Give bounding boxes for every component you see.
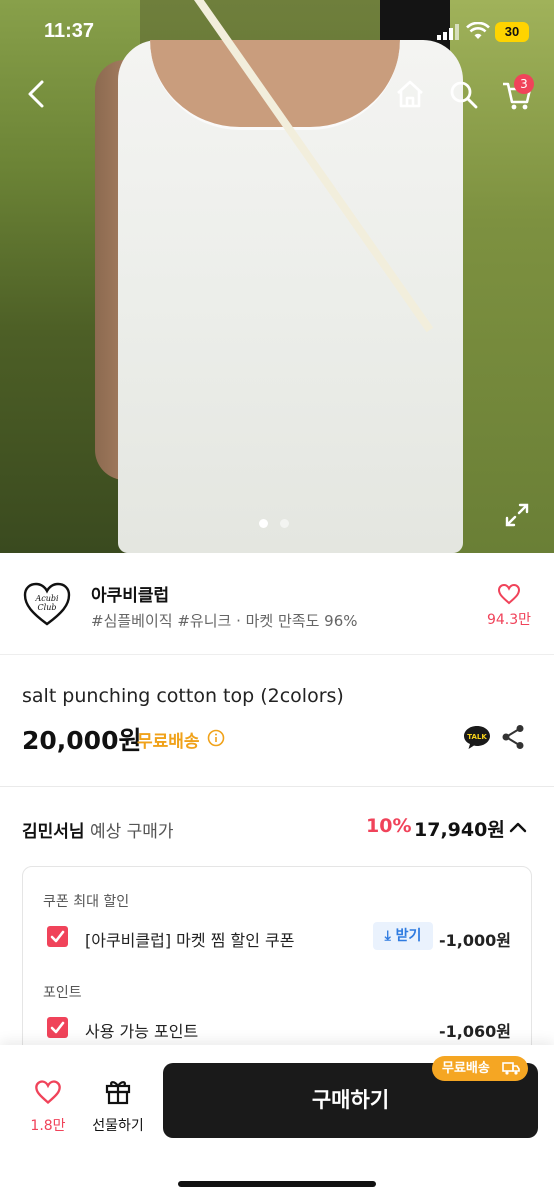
coupon-download-button[interactable]: ⤓ 받기 [373, 922, 433, 950]
gift-button[interactable]: 선물하기 [88, 1077, 148, 1135]
discount-breakdown: 쿠폰 최대 할인 [아쿠비클럽] 마켓 찜 할인 쿠폰 ⤓ 받기 -1,000원… [22, 866, 532, 1066]
product-name: salt punching cotton top (2colors) [22, 685, 344, 707]
point-heading: 포인트 [43, 985, 82, 1001]
store-logo[interactable]: Acubi Club [22, 581, 72, 627]
like-count: 1.8만 [30, 1118, 66, 1134]
check-icon [50, 1021, 65, 1034]
battery-icon: 30 [495, 22, 529, 42]
store-like-count: 94.3만 [486, 612, 532, 628]
coupon-amount: -1,000원 [439, 931, 511, 950]
point-checkbox[interactable] [47, 1017, 68, 1038]
expected-price: 17,940원 [414, 819, 505, 841]
coupon-checkbox[interactable] [47, 926, 68, 947]
user-name: 김민서님 [22, 822, 85, 842]
heart-icon [35, 1080, 61, 1105]
free-shipping-chip-label: 무료배송 [442, 1061, 490, 1076]
store-like-button[interactable]: 94.3만 [484, 583, 534, 629]
coupon-heading: 쿠폰 최대 할인 [43, 894, 130, 910]
pagination-dot[interactable] [280, 519, 289, 528]
store-name[interactable]: 아쿠비클럽 [91, 581, 169, 606]
bottom-action-bar: 1.8만 선물하기 구매하기 무료배송 [0, 1045, 554, 1200]
gift-icon [105, 1081, 131, 1105]
gift-label: 선물하기 [92, 1118, 144, 1134]
cart-count-badge: 3 [514, 74, 534, 94]
coupon-label: [아쿠비클럽] 마켓 찜 할인 쿠폰 [85, 931, 295, 950]
home-icon[interactable] [394, 78, 426, 110]
store-tags: #심플베이직 #유니크 · 마켓 만족도 96% [91, 612, 358, 630]
status-time: 11:37 [44, 20, 95, 42]
product-price: 20,000원 [22, 726, 142, 755]
section-divider [0, 786, 554, 787]
kakaotalk-share-icon[interactable]: TALK [463, 724, 491, 750]
discount-percent: 10% [366, 815, 412, 837]
truck-icon [502, 1062, 520, 1075]
chevron-up-icon[interactable] [507, 816, 529, 838]
wifi-icon [466, 22, 490, 39]
free-shipping-chip: 무료배송 [432, 1056, 528, 1081]
home-indicator [178, 1181, 376, 1187]
talk-text: TALK [467, 733, 487, 741]
heart-icon [497, 583, 521, 605]
expected-price-text: 예상 구매가 [89, 822, 174, 842]
expected-price-label: 김민서님 예상 구매가 [22, 817, 174, 842]
expand-icon[interactable] [504, 502, 530, 528]
like-button[interactable]: 1.8만 [28, 1079, 68, 1135]
point-label: 사용 가능 포인트 [85, 1022, 199, 1041]
status-bar: 11:37 30 [0, 0, 554, 66]
info-icon[interactable] [207, 729, 225, 747]
store-row[interactable]: Acubi Club 아쿠비클럽 #심플베이직 #유니크 · 마켓 만족도 96… [0, 553, 554, 655]
svg-text:Acubi: Acubi [34, 594, 59, 603]
free-shipping-label: 무료배송 [137, 732, 200, 752]
point-amount: -1,060원 [439, 1022, 511, 1041]
search-icon[interactable] [447, 78, 479, 110]
check-icon [50, 930, 65, 943]
signal-icon [437, 24, 459, 40]
share-icon[interactable] [501, 724, 525, 750]
svg-text:Club: Club [38, 603, 57, 612]
coupon-get-label: 받기 [395, 928, 422, 944]
download-icon: ⤓ [384, 928, 391, 944]
gallery-pagination [259, 519, 289, 528]
pagination-dot-active[interactable] [259, 519, 268, 528]
back-icon[interactable] [22, 76, 54, 112]
